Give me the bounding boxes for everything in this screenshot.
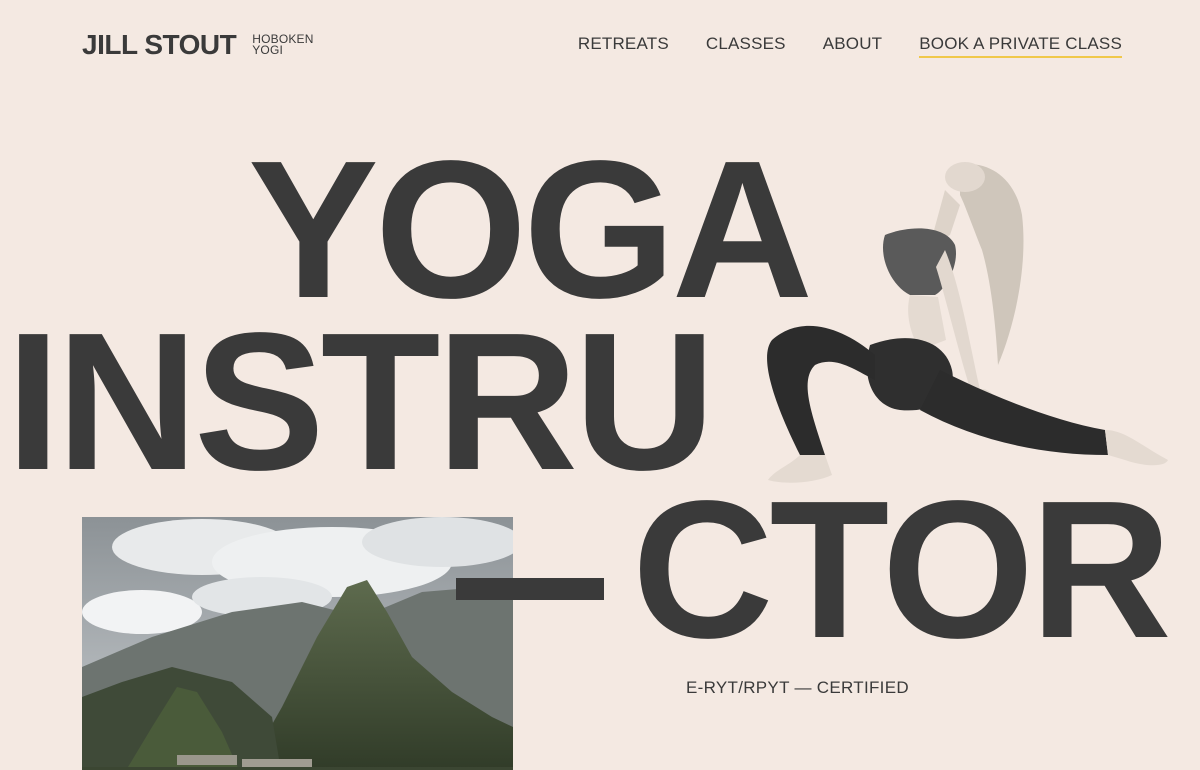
yoga-pose-photo <box>760 155 1180 495</box>
nav-link-about[interactable]: ABOUT <box>823 34 883 58</box>
brand-tagline: HOBOKEN YOGI <box>252 33 313 57</box>
nav-link-classes[interactable]: CLASSES <box>706 34 786 58</box>
nav-link-retreats[interactable]: RETREATS <box>578 34 669 58</box>
nav-link-book-private-class[interactable]: BOOK A PRIVATE CLASS <box>919 34 1122 58</box>
hero-dash <box>456 578 604 600</box>
hero-word-instru: INSTRU <box>6 292 716 511</box>
certification-label: E-RYT/RPYT — CERTIFIED <box>686 678 909 697</box>
brand-logo[interactable]: JILL STOUT HOBOKEN YOGI <box>82 30 314 60</box>
mountain-landscape-photo <box>82 517 513 770</box>
brand-tagline-line2: YOGI <box>252 43 284 57</box>
page: JILL STOUT HOBOKEN YOGI RETREATS CLASSES… <box>0 0 1200 770</box>
hero-word-ctor: CTOR <box>632 460 1172 679</box>
brand-name: JILL STOUT <box>82 29 237 60</box>
main-nav: RETREATS CLASSES ABOUT BOOK A PRIVATE CL… <box>578 34 1122 58</box>
